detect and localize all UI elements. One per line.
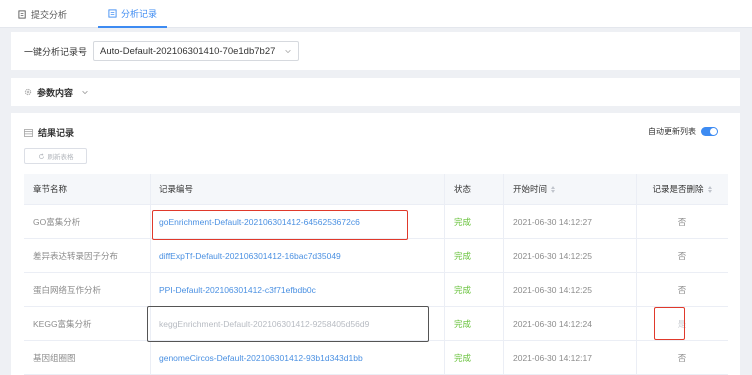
cell-deleted: 否 [677,352,687,363]
cell-deleted: 是 [677,318,687,329]
sort-icon [707,185,712,193]
cell-status: 完成 [454,216,472,227]
cell-start-time: 2021-06-30 14:12:25 [513,250,592,261]
cell-chapter: KEGG富集分析 [33,318,92,329]
table-icon [24,128,33,137]
auto-refresh-toggle[interactable] [701,127,718,136]
params-section-title: 参数内容 [37,87,74,98]
cell-record-link[interactable]: diffExpTf-Default-202106301412-16bac7d35… [159,239,341,272]
col-header-deleted[interactable]: 记录是否删除 [636,174,728,204]
auto-refresh: 自动更新列表 [648,126,718,137]
record-selector-label: 一键分析记录号 [24,46,88,57]
results-header: 结果记录 [24,126,74,139]
cell-chapter: 差异表达转录因子分布 [33,250,119,261]
col-header-start-time[interactable]: 开始时间 [513,174,556,204]
refresh-table-button[interactable]: 刷新表格 [24,148,87,164]
col-header-start-time-label: 开始时间 [513,184,548,194]
submit-doc-icon [18,9,26,19]
cell-record-link[interactable]: genomeCircos-Default-202106301412-93b1d3… [159,341,363,374]
refresh-icon [38,153,44,159]
cell-status: 完成 [454,318,472,329]
record-list-icon [108,8,117,18]
cell-chapter: GO富集分析 [33,216,81,227]
record-select[interactable]: Auto-Default-202106301410-70e1db7b27 [93,41,300,61]
col-header-chapter: 章节名称 [33,184,68,194]
cell-chapter: 蛋白网络互作分析 [33,284,102,295]
gear-icon [24,88,32,96]
params-section-toggle[interactable]: 参数内容 [11,78,740,106]
results-title: 结果记录 [38,128,75,138]
tab-bar: 提交分析 分析记录 [0,0,752,28]
cell-start-time: 2021-06-30 14:12:24 [513,318,592,329]
auto-refresh-label: 自动更新列表 [648,127,696,136]
results-table: 章节名称 记录编号 状态 开始时间 记录是否删除 GO富集分析 goEnrich… [24,174,728,375]
cell-start-time: 2021-06-30 14:12:27 [513,216,592,227]
tab-analysis-records[interactable]: 分析记录 [98,0,168,28]
tab-label: 提交分析 [31,9,68,20]
cell-record-link[interactable]: keggEnrichment-Default-202106301412-9258… [159,307,369,340]
cell-deleted: 否 [677,284,687,295]
cell-status: 完成 [454,250,472,261]
table-row: GO富集分析 goEnrichment-Default-202106301412… [24,205,728,239]
cell-record-link[interactable]: goEnrichment-Default-202106301412-645625… [159,205,360,238]
chevron-down-icon [82,90,88,95]
record-select-value: Auto-Default-202106301410-70e1db7b27 [100,45,276,57]
table-row: KEGG富集分析 keggEnrichment-Default-20210630… [24,307,728,341]
col-header-status: 状态 [454,184,472,194]
cell-start-time: 2021-06-30 14:12:25 [513,284,592,295]
cell-record-link[interactable]: PPI-Default-202106301412-c3f71efbdb0c [159,273,316,306]
table-row: 基因组圈图 genomeCircos-Default-202106301412-… [24,341,728,375]
refresh-table-label: 刷新表格 [47,154,74,161]
chevron-down-icon [285,49,291,54]
tab-submit-analysis[interactable]: 提交分析 [18,0,67,28]
cell-start-time: 2021-06-30 14:12:17 [513,352,592,363]
table-row: 蛋白网络互作分析 PPI-Default-202106301412-c3f71e… [24,273,728,307]
cell-status: 完成 [454,352,472,363]
table-header-row: 章节名称 记录编号 状态 开始时间 记录是否删除 [24,174,728,205]
results-panel: 结果记录 自动更新列表 刷新表格 章节名称 记录编号 状态 开始时间 记录是否删… [11,113,740,375]
table-row: 差异表达转录因子分布 diffExpTf-Default-20210630141… [24,239,728,273]
col-header-deleted-label: 记录是否删除 [652,184,704,194]
sort-icon [551,185,556,193]
cell-status: 完成 [454,284,472,295]
cell-chapter: 基因组圈图 [33,352,76,363]
cell-deleted: 否 [677,216,687,227]
tab-label: 分析记录 [121,8,158,19]
cell-deleted: 否 [677,250,687,261]
record-selector-bar: 一键分析记录号 Auto-Default-202106301410-70e1db… [11,32,740,70]
col-header-record: 记录编号 [159,184,194,194]
